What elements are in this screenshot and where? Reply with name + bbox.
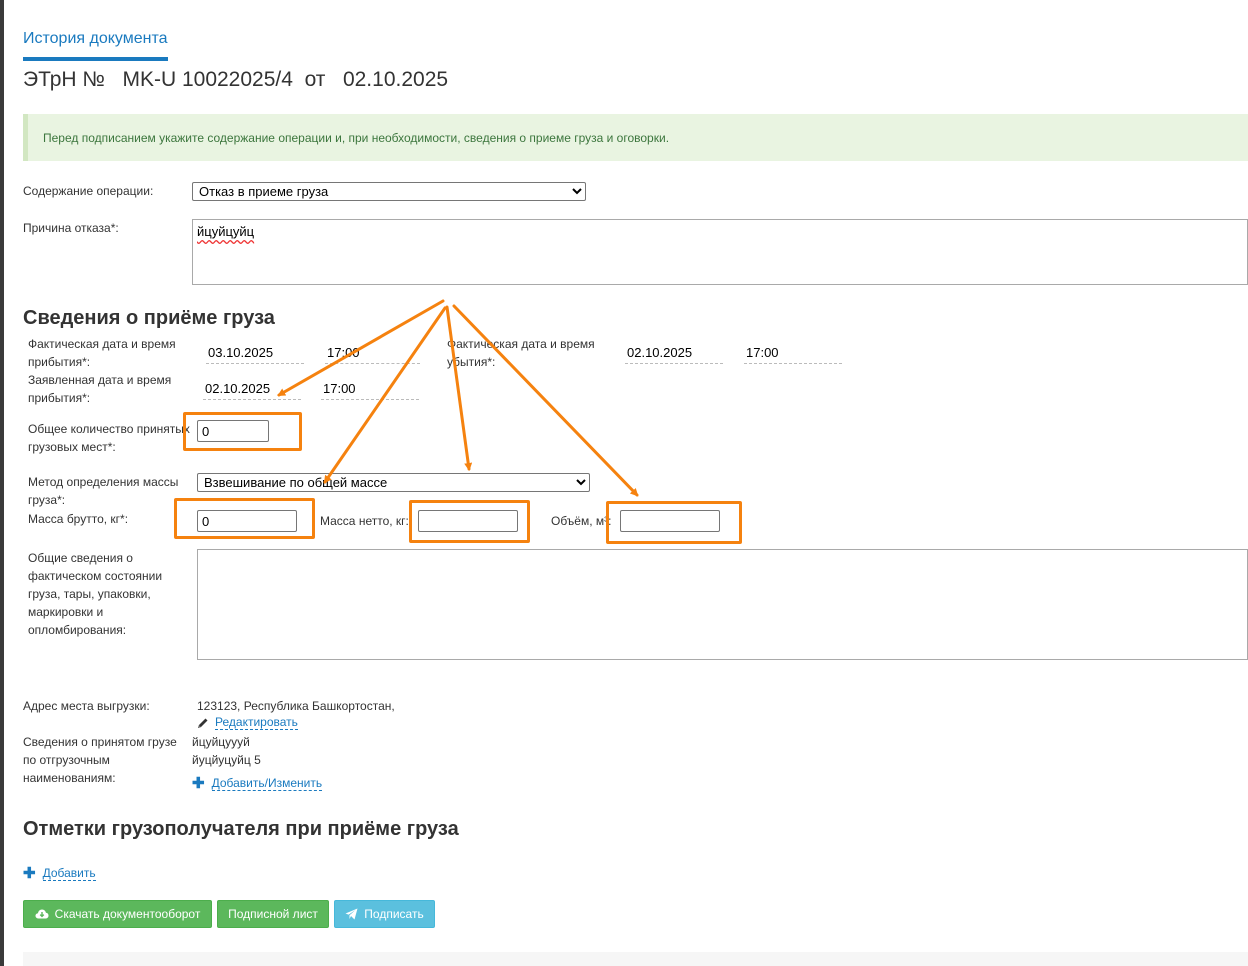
operation-select[interactable]: Отказ в приеме груза — [192, 182, 586, 201]
pencil-icon — [198, 718, 208, 728]
actual-departure-label: Фактическая дата и время убытия*: — [447, 337, 595, 369]
sign-button[interactable]: Подписать — [334, 900, 435, 928]
actual-departure-date[interactable]: 02.10.2025 — [625, 344, 723, 364]
declared-arrival-date[interactable]: 02.10.2025 — [203, 380, 301, 400]
left-border — [0, 0, 4, 966]
volume-label: Объём, м³: — [551, 514, 612, 528]
actual-departure-time[interactable]: 17:00 — [744, 344, 842, 364]
download-docflow-label: Скачать документооборот — [54, 907, 201, 921]
refusal-label: Причина отказа*: — [23, 221, 119, 235]
sign-sheet-label: Подписной лист — [228, 907, 318, 921]
total-places-label: Общее количество принятых грузовых мест*… — [28, 422, 190, 454]
plus-icon: ✚ — [192, 775, 205, 792]
add-mark-link[interactable]: Добавить — [42, 866, 96, 881]
info-alert-text: Перед подписанием укажите содержание опе… — [43, 131, 670, 145]
actual-arrival-time[interactable]: 17:00 — [325, 344, 420, 364]
cloud-download-icon — [35, 909, 49, 919]
page-title: ЭТрН № MK-U 10022025/4 от 02.10.2025 — [23, 68, 448, 92]
footer-strip — [23, 952, 1248, 966]
mass-method-select[interactable]: Взвешивание по общей массе — [197, 473, 590, 492]
tab-active-indicator — [23, 57, 168, 61]
doc-date: 02.10.2025 — [342, 68, 449, 91]
gross-mass-label: Масса брутто, кг*: — [28, 512, 129, 526]
tab-document-history[interactable]: История документа — [23, 30, 168, 48]
doc-number: MK-U 10022025/4 — [122, 68, 293, 91]
accepted-cargo-label: Сведения о принятом грузе по отгрузочным… — [23, 735, 177, 785]
accepted-line-1: йцуйцуууй — [192, 735, 250, 749]
annotation-box-volume — [606, 501, 742, 544]
plus-icon: ✚ — [23, 865, 36, 882]
accepted-line-2: йуцйуцуйц 5 — [192, 753, 261, 767]
actual-arrival-date[interactable]: 03.10.2025 — [206, 344, 304, 364]
sign-sheet-button[interactable]: Подписной лист — [217, 900, 329, 928]
refusal-text: йцуйцуйц — [197, 224, 255, 239]
annotation-arrow-3 — [445, 305, 473, 471]
marks-section-title: Отметки грузополучателя при приёме груза — [23, 818, 459, 840]
download-docflow-button[interactable]: Скачать документооборот — [23, 900, 212, 928]
annotation-box-gross — [174, 498, 315, 539]
unload-value: 123123, Республика Башкортостан, — [197, 699, 395, 713]
general-info-textarea[interactable] — [197, 549, 1248, 660]
declared-arrival-time[interactable]: 17:00 — [321, 380, 419, 400]
doc-prefix: ЭТрН № — [23, 68, 105, 91]
edit-address-link[interactable]: Редактировать — [215, 715, 298, 730]
annotation-box-places — [183, 412, 302, 451]
sign-label: Подписать — [364, 907, 424, 921]
doc-from: от — [304, 68, 326, 91]
mass-method-label: Метод определения массы груза*: — [28, 475, 179, 507]
operation-label: Содержание операции: — [23, 184, 154, 198]
unload-label: Адрес места выгрузки: — [23, 699, 150, 713]
cargo-section-title: Сведения о приёме груза — [23, 307, 275, 329]
declared-arrival-label: Заявленная дата и время прибытия*: — [28, 373, 172, 405]
add-edit-cargo-link[interactable]: Добавить/Изменить — [211, 776, 323, 791]
refusal-textarea[interactable]: йцуйцуйц — [192, 219, 1248, 285]
actual-arrival-label: Фактическая дата и время прибытия*: — [28, 337, 176, 369]
general-info-label: Общие сведения о фактическом состоянии г… — [28, 551, 163, 637]
paper-plane-icon — [345, 908, 358, 920]
net-mass-label: Масса нетто, кг: — [320, 514, 409, 528]
annotation-box-net — [409, 500, 530, 543]
